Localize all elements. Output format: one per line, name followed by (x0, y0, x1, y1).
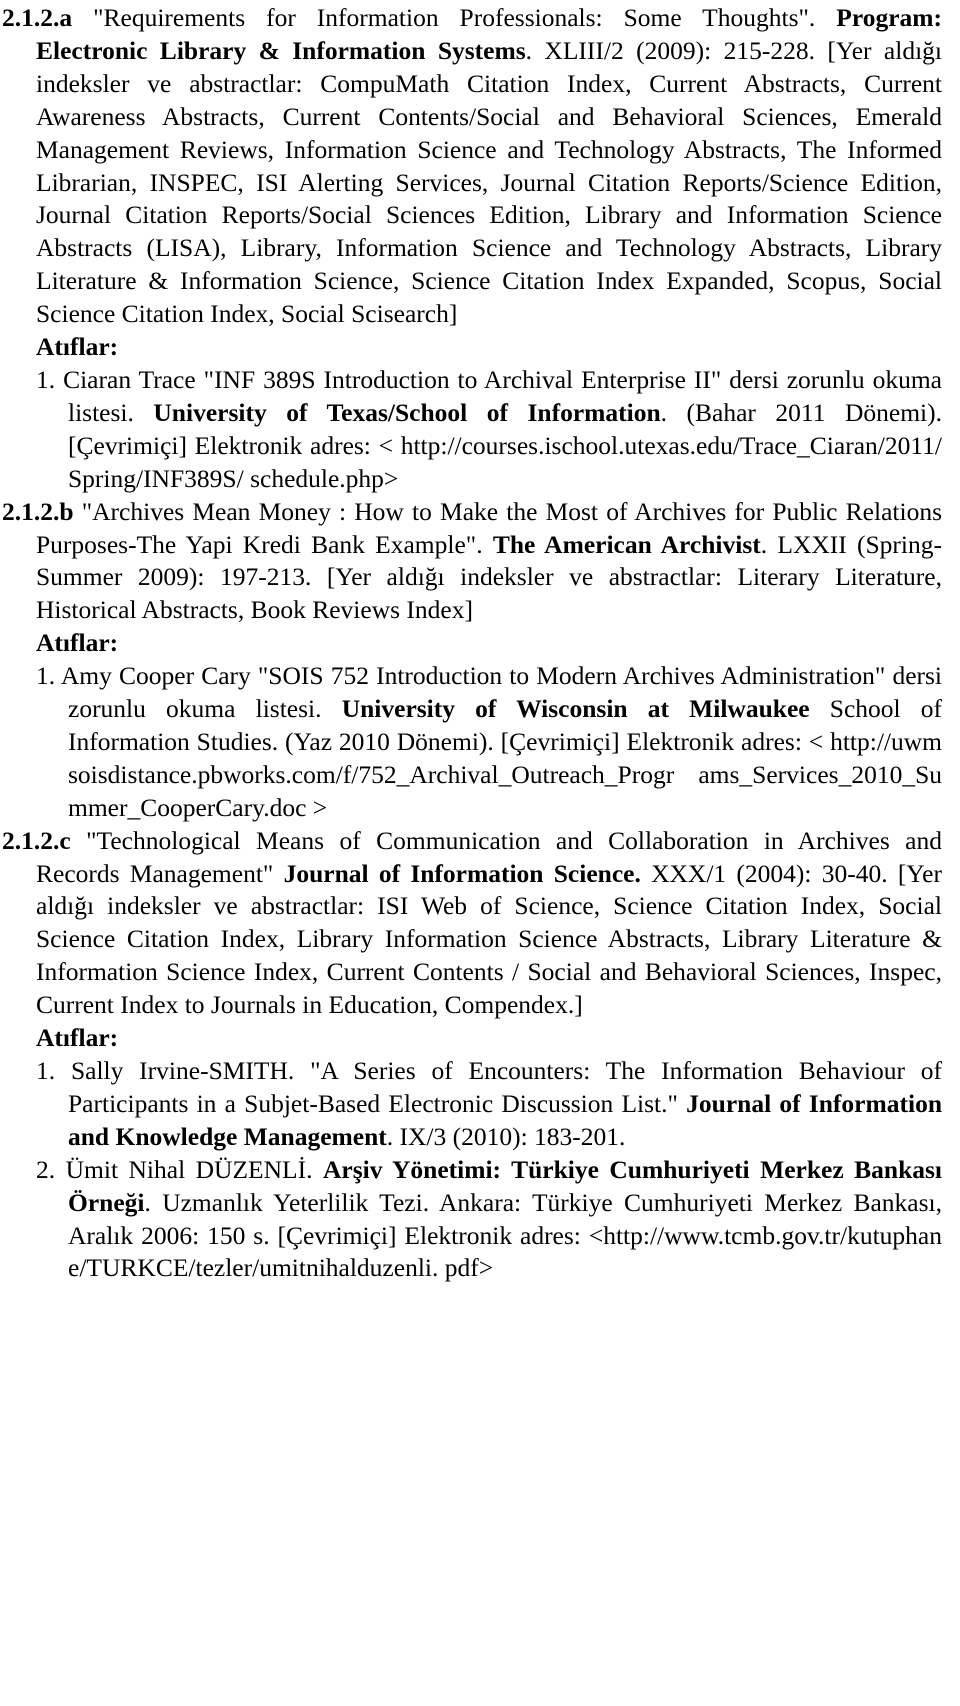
entry-code: 2.1.2.a (2, 3, 73, 32)
bibliography-entry: 2.1.2.a "Requirements for Information Pr… (2, 2, 942, 331)
citation-item: 1. Amy Cooper Cary "SOIS 752 Introductio… (2, 660, 942, 825)
citation-text: Ümit Nihal DÜZENLİ. (65, 1154, 313, 1184)
citation-number: 1. (36, 661, 56, 691)
citation-institution: University of Wisconsin at Milwaukee (341, 694, 810, 724)
journal-name: The American Archivist (492, 529, 761, 559)
citation-number: 1. (36, 1056, 56, 1085)
entry-details: . XLIII/2 (2009): 215-228. [Yer aldığı i… (36, 35, 942, 329)
entry-code: 2.1.2.c (2, 825, 71, 855)
document-page: 2.1.2.a "Requirements for Information Pr… (0, 0, 960, 1285)
citation-item: 2. Ümit Nihal DÜZENLİ. Arşiv Yönetimi: T… (2, 1154, 942, 1286)
citations-heading: Atıflar: (36, 332, 119, 362)
citation-number: 1. (36, 364, 56, 394)
entry-title: "Requirements for Information Profession… (93, 3, 816, 32)
citations-heading: Atıflar: (36, 628, 119, 658)
bibliography-entry: 2.1.2.c "Technological Means of Communic… (2, 825, 942, 1022)
citations-heading: Atıflar: (36, 1023, 119, 1053)
bibliography-entry: 2.1.2.b "Archives Mean Money : How to Ma… (2, 496, 942, 628)
citation-item: 1. Sally Irvine-SMITH. "A Series of Enco… (2, 1055, 942, 1154)
entry-code: 2.1.2.b (2, 496, 74, 526)
citation-item: 1. Ciaran Trace "INF 389S Introduction t… (2, 364, 942, 496)
citation-details: . IX/3 (2010): 183-201. (386, 1121, 626, 1151)
journal-name: Journal of Information Science. (283, 858, 641, 888)
citation-institution: University of Texas/School of Informatio… (153, 397, 661, 427)
citation-number: 2. (36, 1154, 56, 1184)
